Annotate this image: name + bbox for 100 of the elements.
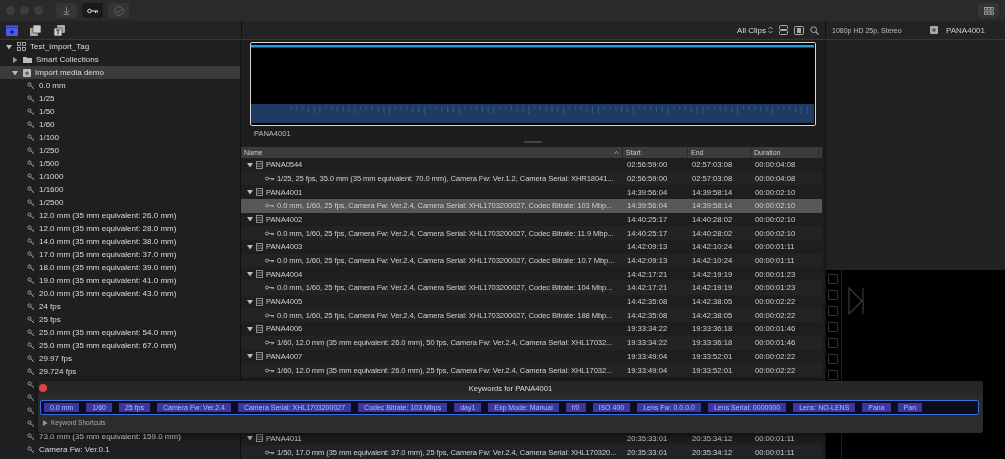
sidebar-item[interactable]: 20.0 mm (35 mm equivalent: 43.0 mm) (0, 287, 240, 300)
key-icon (27, 419, 35, 428)
sidebar-item[interactable]: 1/500 (0, 157, 240, 170)
sidebar-item[interactable]: Smart Collections (0, 53, 240, 66)
keyword-icon (265, 258, 274, 264)
key-icon (27, 159, 35, 168)
clip-appearance-icon[interactable] (779, 25, 788, 35)
sidebar-item[interactable]: 12.0 mm (35 mm equivalent: 28.0 mm) (0, 222, 240, 235)
checkmark-icon (113, 5, 124, 16)
key-icon (27, 263, 35, 272)
folder-icon (23, 56, 32, 63)
key-icon (27, 354, 35, 363)
keyword-icon (265, 285, 274, 291)
disclosure-triangle-icon[interactable] (247, 325, 253, 332)
key-icon (27, 341, 35, 350)
key-icon (27, 393, 35, 402)
sidebar-item[interactable]: 25 fps (0, 313, 240, 326)
close-button[interactable] (39, 384, 47, 392)
disclosure-triangle-icon[interactable] (247, 271, 253, 278)
sidebar-item[interactable]: 19.0 mm (35 mm equivalent: 41.0 mm) (0, 274, 240, 287)
sidebar-item[interactable]: 1/2500 (0, 196, 240, 209)
disclosure-triangle-icon[interactable] (247, 435, 253, 442)
disclosure-triangle-icon[interactable] (247, 353, 253, 360)
up-down-chevron-icon[interactable] (768, 26, 773, 34)
key-icon (27, 445, 35, 454)
sidebar-item[interactable]: Test_Import_Tag (0, 40, 240, 53)
sidebar-item[interactable]: Import media demo (0, 66, 240, 79)
sidebar-item[interactable]: 14.0 mm (35 mm equivalent: 38.0 mm) (0, 235, 240, 248)
key-icon (27, 302, 35, 311)
grid-icon (983, 6, 994, 15)
viewer-clip-name: PANA4001 (946, 25, 985, 35)
workspace-button[interactable] (978, 3, 999, 18)
sidebar-item[interactable]: 1/1600 (0, 183, 240, 196)
key-icon (27, 198, 35, 207)
filmstrip-icon (256, 188, 263, 197)
sidebar-item[interactable]: 29.97 fps (0, 352, 240, 365)
download-icon (63, 6, 70, 15)
sidebar-item[interactable]: 25.0 mm (35 mm equivalent: 54.0 mm) (0, 326, 240, 339)
disclosure-triangle-icon[interactable] (247, 216, 253, 223)
sidebar-item[interactable]: 1/50 (0, 105, 240, 118)
filmstrip-icon (256, 324, 263, 333)
filmstrip-icon (256, 215, 263, 224)
key-icon (27, 328, 35, 337)
keyword-icon (265, 340, 274, 346)
search-icon[interactable] (810, 25, 819, 35)
disclosure-triangle-icon[interactable] (247, 161, 253, 168)
key-icon (27, 237, 35, 246)
filmstrip-icon[interactable] (794, 25, 804, 35)
sidebar-item[interactable]: 17.0 mm (35 mm equivalent: 37.0 mm) (0, 248, 240, 261)
sidebar-item[interactable]: 1/100 (0, 131, 240, 144)
disclosure-triangle-icon[interactable] (247, 189, 253, 196)
key-icon (87, 7, 98, 14)
key-icon (27, 432, 35, 441)
sidebar-item[interactable]: 73.0 mm (35 mm equivalent: 159.0 mm) (0, 430, 240, 443)
key-icon (27, 133, 35, 142)
sidebar-item[interactable]: 1/25 (0, 92, 240, 105)
sidebar-item[interactable]: Camera Fw: Ver.0.1 (0, 443, 240, 456)
sidebar-item[interactable]: 18.0 mm (35 mm equivalent: 39.0 mm) (0, 261, 240, 274)
keyword-button[interactable] (82, 3, 103, 18)
clapperboard-icon[interactable] (6, 24, 18, 36)
import-button[interactable] (56, 3, 77, 18)
filmstrip-icon (256, 434, 263, 443)
sidebar-item[interactable]: 1/1000 (0, 170, 240, 183)
filmstrip-icon (256, 352, 263, 361)
key-icon (27, 146, 35, 155)
key-icon (27, 289, 35, 298)
titles-icon[interactable] (54, 24, 65, 36)
key-icon (27, 120, 35, 129)
filmstrip-icon (256, 270, 263, 279)
sidebar-item[interactable]: 25.0 mm (35 mm equivalent: 67.0 mm) (0, 339, 240, 352)
sidebar-item[interactable]: 1/60 (0, 118, 240, 131)
key-icon (27, 172, 35, 181)
disclosure-triangle-icon[interactable] (42, 419, 48, 426)
filmstrip-icon (256, 242, 263, 251)
sort-caret-icon (614, 150, 619, 154)
sidebar-item[interactable]: 0.0 mm (0, 79, 240, 92)
event-icon (23, 68, 31, 77)
sidebar-item[interactable]: 29.724 fps (0, 365, 240, 378)
disclosure-triangle-icon[interactable] (247, 243, 253, 250)
filmstrip-icon (256, 297, 263, 306)
keyword-icon (265, 230, 274, 236)
keyword-icon (265, 175, 274, 181)
sidebar-item[interactable]: 24 fps (0, 300, 240, 313)
clip-filter[interactable]: All Clips (737, 25, 766, 35)
sidebar-item[interactable]: 12.0 mm (35 mm equivalent: 26.0 mm) (0, 209, 240, 222)
disclosure-triangle-icon[interactable] (247, 298, 253, 305)
key-icon (27, 380, 35, 389)
library-icon (17, 42, 26, 51)
key-icon (27, 276, 35, 285)
keyword-icon (265, 367, 274, 373)
key-icon (27, 406, 35, 415)
sidebar-item[interactable]: 1/250 (0, 144, 240, 157)
photos-icon[interactable] (30, 24, 42, 36)
key-icon (27, 315, 35, 324)
key-icon (27, 224, 35, 233)
key-icon (27, 367, 35, 376)
play-to-end-icon (848, 287, 866, 315)
keyword-icon (265, 203, 274, 209)
keyword-icon (265, 449, 274, 455)
key-icon (27, 185, 35, 194)
